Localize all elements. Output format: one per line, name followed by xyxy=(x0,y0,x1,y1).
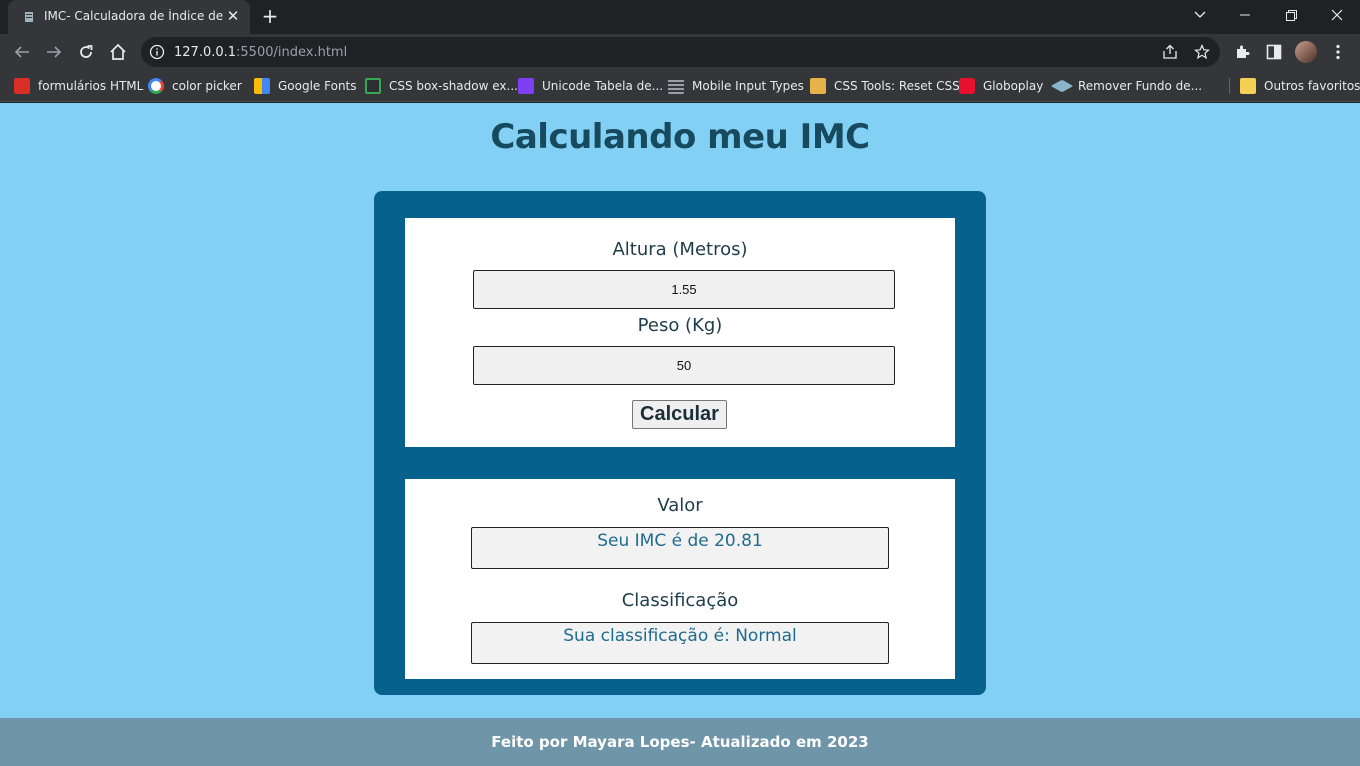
share-icon[interactable] xyxy=(1161,43,1179,61)
remove-bg-icon xyxy=(1050,79,1074,93)
bookmark-color-picker[interactable]: color picker xyxy=(148,76,242,96)
bookmark-globoplay[interactable]: Globoplay xyxy=(959,76,1043,96)
classification-label: Classificação xyxy=(621,590,739,611)
bookmark-unicode-tabela[interactable]: Unicode Tabela de... xyxy=(518,76,663,96)
google-fonts-icon xyxy=(254,78,270,94)
page-content: Calculando meu IMC Altura (Metros) Peso … xyxy=(0,103,1360,766)
bookmark-mobile-input-types[interactable]: Mobile Input Types xyxy=(668,76,804,96)
browser-tab[interactable]: IMC- Calculadora de Índice de Massa Corp… xyxy=(8,0,250,34)
bookmark-label: Remover Fundo de... xyxy=(1078,79,1203,93)
bookmark-star-icon[interactable] xyxy=(1193,43,1211,61)
side-panel-icon[interactable] xyxy=(1264,42,1284,62)
height-input[interactable] xyxy=(473,270,895,309)
bookmark-label: color picker xyxy=(172,79,242,93)
globoplay-icon xyxy=(959,78,975,94)
other-bookmarks[interactable]: Outros favoritos xyxy=(1240,76,1360,96)
profile-avatar[interactable] xyxy=(1295,41,1317,63)
bookmark-remover-fundo[interactable]: Remover Fundo de... xyxy=(1050,76,1203,96)
form-icon xyxy=(14,78,30,94)
tab-title: IMC- Calculadora de Índice de Massa Corp… xyxy=(44,9,226,23)
weight-label: Peso (Kg) xyxy=(637,315,723,336)
tab-close-icon[interactable]: ✕ xyxy=(225,8,241,24)
calculate-button[interactable]: Calcular xyxy=(632,400,727,429)
page-title: Calculando meu IMC xyxy=(490,117,870,157)
other-bookmarks-label: Outros favoritos xyxy=(1264,79,1360,93)
site-info-icon[interactable] xyxy=(149,44,165,60)
bookmark-google-fonts[interactable]: Google Fonts xyxy=(254,76,357,96)
mobile-input-icon xyxy=(668,78,684,94)
css-tools-icon xyxy=(810,78,826,94)
url-path: :5500/index.html xyxy=(236,45,348,60)
restore-icon[interactable] xyxy=(1268,0,1314,30)
bookmark-label: Google Fonts xyxy=(278,79,357,93)
reload-icon[interactable] xyxy=(73,39,99,65)
bookmark-label: CSS box-shadow ex... xyxy=(389,79,518,93)
browser-toolbar: 127.0.0.1:5500/index.html xyxy=(0,34,1360,70)
bookmark-label: CSS Tools: Reset CSS xyxy=(834,79,960,93)
bookmark-formularios-html[interactable]: formulários HTML xyxy=(14,76,143,96)
input-card: Altura (Metros) Peso (Kg) Calcular xyxy=(405,218,955,447)
bookmark-label: Mobile Input Types xyxy=(692,79,804,93)
value-label: Valor xyxy=(657,495,703,516)
tab-search-icon[interactable] xyxy=(1177,0,1223,30)
bookmark-css-tools-reset[interactable]: CSS Tools: Reset CSS xyxy=(810,76,960,96)
extensions-icon[interactable] xyxy=(1232,42,1252,62)
close-window-icon[interactable] xyxy=(1314,0,1360,30)
bookmark-label: Unicode Tabela de... xyxy=(542,79,664,93)
home-icon[interactable] xyxy=(105,39,131,65)
calculator-container: Altura (Metros) Peso (Kg) Calcular Valor… xyxy=(374,191,986,695)
css-box-shadow-icon xyxy=(365,78,381,94)
url-host: 127.0.0.1 xyxy=(174,45,237,60)
bookmarks-bar: formulários HTML color picker Google Fon… xyxy=(0,70,1360,102)
url-text: 127.0.0.1:5500/index.html xyxy=(174,45,347,60)
bookmark-label: formulários HTML xyxy=(38,79,144,93)
height-label: Altura (Metros) xyxy=(612,239,748,260)
classification-output: Sua classificação é: Normal xyxy=(471,622,889,664)
address-bar[interactable]: 127.0.0.1:5500/index.html xyxy=(141,37,1220,67)
bookmark-css-box-shadow[interactable]: CSS box-shadow ex... xyxy=(365,76,518,96)
result-card: Valor Seu IMC é de 20.81 Classificação S… xyxy=(405,479,955,679)
back-icon[interactable] xyxy=(9,39,35,65)
minimize-icon[interactable] xyxy=(1222,0,1268,30)
folder-icon xyxy=(1240,78,1256,94)
menu-kebab-icon[interactable] xyxy=(1328,42,1348,62)
forward-icon[interactable] xyxy=(41,39,67,65)
page-favicon-icon xyxy=(25,12,33,22)
unicode-icon xyxy=(518,78,534,94)
page-footer: Feito por Mayara Lopes- Atualizado em 20… xyxy=(0,718,1360,766)
weight-input[interactable] xyxy=(473,346,895,385)
bmi-value-output: Seu IMC é de 20.81 xyxy=(471,527,889,569)
bookmarks-divider xyxy=(1229,78,1230,94)
tab-bar: IMC- Calculadora de Índice de Massa Corp… xyxy=(0,0,1360,34)
new-tab-icon[interactable]: + xyxy=(259,6,281,28)
google-icon xyxy=(148,78,164,94)
bookmark-label: Globoplay xyxy=(983,79,1044,93)
